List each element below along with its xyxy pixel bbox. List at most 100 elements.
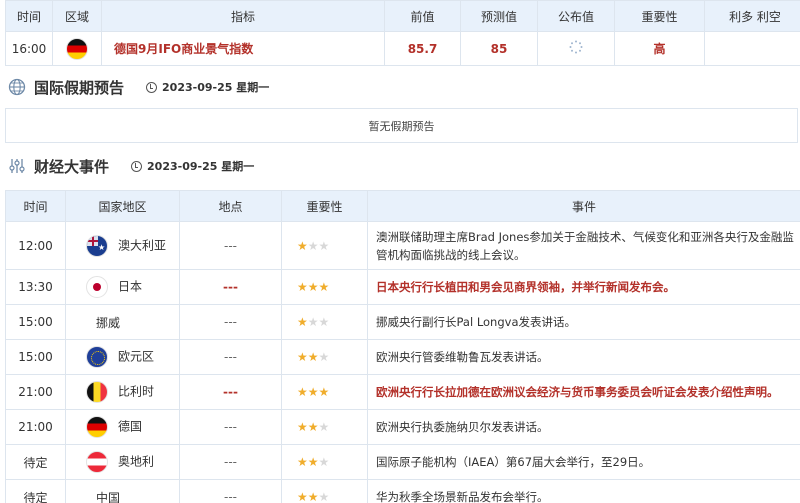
star-icon: ★ bbox=[297, 490, 308, 503]
event-row[interactable]: 15:00 挪威 --- ★★★ 挪威央行副行长Pal Longva发表讲话。 bbox=[5, 304, 800, 340]
events-table: 时间 国家地区 地点 重要性 事件 12:00澳大利亚---★★★澳洲联储助理主… bbox=[5, 190, 800, 503]
event-row[interactable]: 21:00 比利时 --- ★★★ 欧洲央行行长拉加德在欧洲议会经济与货币事务委员会听证… bbox=[5, 374, 800, 410]
col-indicator: 指标 bbox=[101, 0, 385, 32]
col-event-place: 地点 bbox=[179, 190, 282, 222]
eu-flag-icon bbox=[86, 346, 108, 368]
star-icon: ★ bbox=[307, 420, 319, 434]
col-importance: 重要性 bbox=[614, 0, 705, 32]
event-importance-stars: ★★★ bbox=[281, 479, 368, 503]
event-place: --- bbox=[179, 444, 282, 480]
event-importance-stars: ★★★ bbox=[281, 339, 368, 375]
star-icon: ★ bbox=[318, 490, 330, 503]
event-row[interactable]: 15:00 欧元区 --- ★★★ 欧洲央行管委维勒鲁瓦发表讲话。 bbox=[5, 339, 800, 375]
event-time: 21:00 bbox=[5, 409, 66, 445]
event-country-name: 欧元区 bbox=[118, 349, 155, 364]
indicator-previous: 85.7 bbox=[384, 31, 461, 66]
event-description[interactable]: 挪威央行副行长Pal Longva发表讲话。 bbox=[367, 304, 800, 340]
event-country: 德国 bbox=[65, 409, 180, 445]
event-description[interactable]: 澳洲联储助理主席Brad Jones参加关于金融技术、气候变化和亚洲各央行及金融… bbox=[367, 221, 800, 270]
event-time: 15:00 bbox=[5, 304, 66, 340]
event-place: --- bbox=[179, 374, 282, 410]
indicator-row[interactable]: 16:00 德国9月IFO商业景气指数 85.7 85 高 bbox=[5, 31, 800, 66]
indicator-published bbox=[537, 31, 615, 66]
event-country-name: 奥地利 bbox=[118, 454, 155, 469]
star-icon: ★ bbox=[307, 280, 319, 294]
event-description[interactable]: 欧洲央行行长拉加德在欧洲议会经济与货币事务委员会听证会发表介绍性声明。 bbox=[367, 374, 800, 410]
holiday-empty-box: 暂无假期预告 bbox=[5, 108, 798, 143]
event-time: 15:00 bbox=[5, 339, 66, 375]
event-description[interactable]: 华为秋季全场景新品发布会举行。 bbox=[367, 479, 800, 503]
col-region: 区域 bbox=[52, 0, 102, 32]
indicator-forecast: 85 bbox=[460, 31, 538, 66]
event-time: 21:00 bbox=[5, 374, 66, 410]
belgium-flag-icon bbox=[86, 381, 108, 403]
event-importance-stars: ★★★ bbox=[281, 304, 368, 340]
star-icon: ★ bbox=[297, 238, 308, 253]
events-table-header: 时间 国家地区 地点 重要性 事件 bbox=[5, 190, 800, 222]
indicator-table: 时间 区域 指标 前值 预测值 公布值 重要性 利多 利空 解读 16:00 德… bbox=[5, 0, 800, 66]
col-event-importance: 重要性 bbox=[281, 190, 368, 222]
event-description[interactable]: 欧洲央行执委施纳贝尔发表讲话。 bbox=[367, 409, 800, 445]
event-time: 待定 bbox=[5, 479, 66, 503]
event-row[interactable]: 待定 奥地利 --- ★★★ 国际原子能机构（IAEA）第67届大会举行，至29日。 bbox=[5, 444, 800, 480]
star-icon: ★ bbox=[307, 238, 319, 253]
col-event-desc: 事件 bbox=[367, 190, 800, 222]
event-country: 挪威 bbox=[65, 304, 180, 340]
star-icon: ★ bbox=[307, 385, 319, 399]
germany-flag-icon bbox=[66, 37, 88, 60]
germany-flag-icon bbox=[86, 416, 108, 438]
star-icon: ★ bbox=[297, 315, 308, 329]
event-row[interactable]: 21:00 德国 --- ★★★ 欧洲央行执委施纳贝尔发表讲话。 bbox=[5, 409, 800, 445]
star-icon: ★ bbox=[318, 280, 330, 294]
events-table-body: 12:00澳大利亚---★★★澳洲联储助理主席Brad Jones参加关于金融技… bbox=[5, 221, 800, 503]
event-row[interactable]: 13:30 日本 --- ★★★ 日本央行行长植田和男会见商界领袖，并举行新闻发布会。 bbox=[5, 269, 800, 305]
star-icon: ★ bbox=[318, 315, 330, 329]
events-section-header: 财经大事件 2023-09-25 星期一 bbox=[8, 155, 254, 177]
globe-icon bbox=[8, 78, 26, 96]
event-time: 12:00 bbox=[5, 221, 66, 270]
star-icon: ★ bbox=[307, 455, 319, 469]
col-time: 时间 bbox=[5, 0, 53, 32]
event-country: 比利时 bbox=[65, 374, 180, 410]
star-icon: ★ bbox=[318, 420, 330, 434]
event-importance-stars: ★★★ bbox=[281, 409, 368, 445]
indicator-table-header: 时间 区域 指标 前值 预测值 公布值 重要性 利多 利空 解读 bbox=[5, 0, 800, 32]
event-place: --- bbox=[179, 479, 282, 503]
event-row[interactable]: 待定 中国 --- ★★★ 华为秋季全场景新品发布会举行。 bbox=[5, 479, 800, 503]
event-country: 奥地利 bbox=[65, 444, 180, 480]
event-time: 13:30 bbox=[5, 269, 66, 305]
event-time: 待定 bbox=[5, 444, 66, 480]
indicator-name[interactable]: 德国9月IFO商业景气指数 bbox=[101, 31, 385, 66]
col-previous: 前值 bbox=[384, 0, 461, 32]
holiday-empty-text: 暂无假期预告 bbox=[368, 119, 435, 133]
star-icon: ★ bbox=[297, 350, 308, 364]
event-description[interactable]: 国际原子能机构（IAEA）第67届大会举行，至29日。 bbox=[367, 444, 800, 480]
event-country-name: 比利时 bbox=[118, 384, 155, 399]
event-description[interactable]: 欧洲央行管委维勒鲁瓦发表讲话。 bbox=[367, 339, 800, 375]
event-importance-stars: ★★★ bbox=[281, 444, 368, 480]
event-country-name: 中国 bbox=[96, 490, 121, 503]
japan-flag-icon bbox=[86, 276, 108, 298]
event-country: 中国 bbox=[65, 479, 180, 503]
austria-flag-icon bbox=[86, 451, 108, 473]
holiday-title: 国际假期预告 bbox=[34, 78, 125, 97]
event-description[interactable]: 日本央行行长植田和男会见商界领袖，并举行新闻发布会。 bbox=[367, 269, 800, 305]
clock-icon bbox=[131, 160, 143, 172]
event-country-name: 德国 bbox=[118, 419, 143, 434]
star-icon: ★ bbox=[318, 385, 330, 399]
events-date: 2023-09-25 星期一 bbox=[131, 158, 254, 174]
star-icon: ★ bbox=[318, 350, 330, 364]
col-event-country: 国家地区 bbox=[65, 190, 180, 222]
col-forecast: 预测值 bbox=[460, 0, 538, 32]
holiday-date-text: 2023-09-25 星期一 bbox=[162, 81, 270, 94]
star-icon: ★ bbox=[307, 490, 319, 503]
star-icon: ★ bbox=[297, 385, 308, 399]
indicator-bull-bear bbox=[704, 31, 800, 66]
star-icon: ★ bbox=[318, 238, 330, 253]
event-country-name: 日本 bbox=[118, 279, 143, 294]
event-country-name: 澳大利亚 bbox=[118, 238, 167, 252]
event-country: 澳大利亚 bbox=[65, 221, 180, 270]
event-row[interactable]: 12:00澳大利亚---★★★澳洲联储助理主席Brad Jones参加关于金融技… bbox=[5, 221, 800, 270]
star-icon: ★ bbox=[307, 350, 319, 364]
clock-icon bbox=[146, 81, 158, 93]
